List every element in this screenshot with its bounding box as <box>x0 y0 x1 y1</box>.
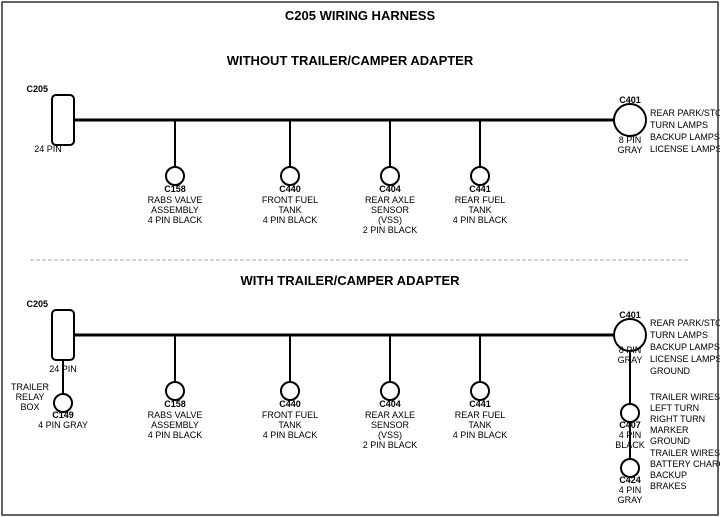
svg-text:4 PIN BLACK: 4 PIN BLACK <box>148 430 203 440</box>
svg-text:(VSS): (VSS) <box>378 215 402 225</box>
svg-text:4 PIN: 4 PIN <box>619 430 642 440</box>
svg-text:RABS VALVE: RABS VALVE <box>148 410 203 420</box>
bottom-section-label: WITH TRAILER/CAMPER ADAPTER <box>240 273 460 288</box>
svg-text:RABS VALVE: RABS VALVE <box>148 195 203 205</box>
svg-text:GROUND: GROUND <box>650 366 690 376</box>
svg-text:4 PIN BLACK: 4 PIN BLACK <box>263 430 318 440</box>
svg-text:C205: C205 <box>26 299 48 309</box>
svg-text:(VSS): (VSS) <box>378 430 402 440</box>
svg-text:TURN LAMPS: TURN LAMPS <box>650 330 708 340</box>
svg-text:BACKUP LAMPS: BACKUP LAMPS <box>650 132 720 142</box>
svg-text:TRAILER WIRES: TRAILER WIRES <box>650 448 720 458</box>
svg-text:GRAY: GRAY <box>618 495 643 505</box>
svg-text:4 PIN BLACK: 4 PIN BLACK <box>453 430 508 440</box>
svg-text:TRAILER: TRAILER <box>11 382 50 392</box>
svg-text:FRONT FUEL: FRONT FUEL <box>262 410 318 420</box>
svg-text:TANK: TANK <box>278 420 301 430</box>
svg-text:C424: C424 <box>619 475 641 485</box>
svg-text:REAR AXLE: REAR AXLE <box>365 410 415 420</box>
svg-text:BACKUP: BACKUP <box>650 470 687 480</box>
svg-text:C158: C158 <box>164 184 186 194</box>
svg-text:C404: C404 <box>379 399 401 409</box>
svg-text:BATTERY CHARGE: BATTERY CHARGE <box>650 459 720 469</box>
svg-text:4 PIN BLACK: 4 PIN BLACK <box>453 215 508 225</box>
svg-text:FRONT FUEL: FRONT FUEL <box>262 195 318 205</box>
svg-text:RELAY: RELAY <box>16 392 45 402</box>
top-section-label: WITHOUT TRAILER/CAMPER ADAPTER <box>227 53 474 68</box>
svg-text:C440: C440 <box>279 184 301 194</box>
svg-text:C441: C441 <box>469 399 491 409</box>
svg-text:BRAKES: BRAKES <box>650 481 687 491</box>
svg-text:C401: C401 <box>619 95 641 105</box>
svg-text:BLACK: BLACK <box>615 440 645 450</box>
wiring-diagram: C205 WIRING HARNESS WITHOUT TRAILER/CAMP… <box>0 0 720 517</box>
svg-text:REAR FUEL: REAR FUEL <box>455 195 506 205</box>
diagram-svg: C205 WIRING HARNESS WITHOUT TRAILER/CAMP… <box>0 0 720 517</box>
svg-text:4 PIN BLACK: 4 PIN BLACK <box>263 215 318 225</box>
svg-text:BOX: BOX <box>20 402 39 412</box>
svg-text:GRAY: GRAY <box>618 145 643 155</box>
svg-text:C158: C158 <box>164 399 186 409</box>
title: C205 WIRING HARNESS <box>285 8 436 23</box>
svg-text:4 PIN GRAY: 4 PIN GRAY <box>38 420 88 430</box>
svg-text:TRAILER WIRES: TRAILER WIRES <box>650 392 720 402</box>
svg-text:TURN LAMPS: TURN LAMPS <box>650 120 708 130</box>
svg-text:C407: C407 <box>619 420 641 430</box>
svg-text:LICENSE LAMPS: LICENSE LAMPS <box>650 144 720 154</box>
svg-text:ASSEMBLY: ASSEMBLY <box>151 420 199 430</box>
svg-text:2 PIN BLACK: 2 PIN BLACK <box>363 440 418 450</box>
svg-text:LICENSE LAMPS: LICENSE LAMPS <box>650 354 720 364</box>
svg-text:TANK: TANK <box>468 420 491 430</box>
svg-text:RIGHT TURN: RIGHT TURN <box>650 414 705 424</box>
svg-text:REAR FUEL: REAR FUEL <box>455 410 506 420</box>
svg-text:4 PIN BLACK: 4 PIN BLACK <box>148 215 203 225</box>
svg-text:24 PIN: 24 PIN <box>34 144 62 154</box>
svg-text:C205: C205 <box>26 84 48 94</box>
svg-text:GROUND: GROUND <box>650 436 690 446</box>
svg-text:MARKER: MARKER <box>650 425 689 435</box>
svg-text:C149: C149 <box>52 410 74 420</box>
svg-text:C440: C440 <box>279 399 301 409</box>
svg-text:ASSEMBLY: ASSEMBLY <box>151 205 199 215</box>
svg-text:LEFT TURN: LEFT TURN <box>650 403 699 413</box>
svg-text:REAR PARK/STOP: REAR PARK/STOP <box>650 108 720 118</box>
svg-text:TANK: TANK <box>278 205 301 215</box>
svg-text:C404: C404 <box>379 184 401 194</box>
svg-text:C401: C401 <box>619 310 641 320</box>
svg-text:REAR AXLE: REAR AXLE <box>365 195 415 205</box>
svg-text:8 PIN: 8 PIN <box>619 135 642 145</box>
svg-text:SENSOR: SENSOR <box>371 420 410 430</box>
svg-text:C441: C441 <box>469 184 491 194</box>
svg-text:REAR PARK/STOP: REAR PARK/STOP <box>650 318 720 328</box>
svg-text:4 PIN: 4 PIN <box>619 485 642 495</box>
svg-text:TANK: TANK <box>468 205 491 215</box>
svg-text:2 PIN BLACK: 2 PIN BLACK <box>363 225 418 235</box>
svg-text:SENSOR: SENSOR <box>371 205 410 215</box>
svg-text:BACKUP LAMPS: BACKUP LAMPS <box>650 342 720 352</box>
